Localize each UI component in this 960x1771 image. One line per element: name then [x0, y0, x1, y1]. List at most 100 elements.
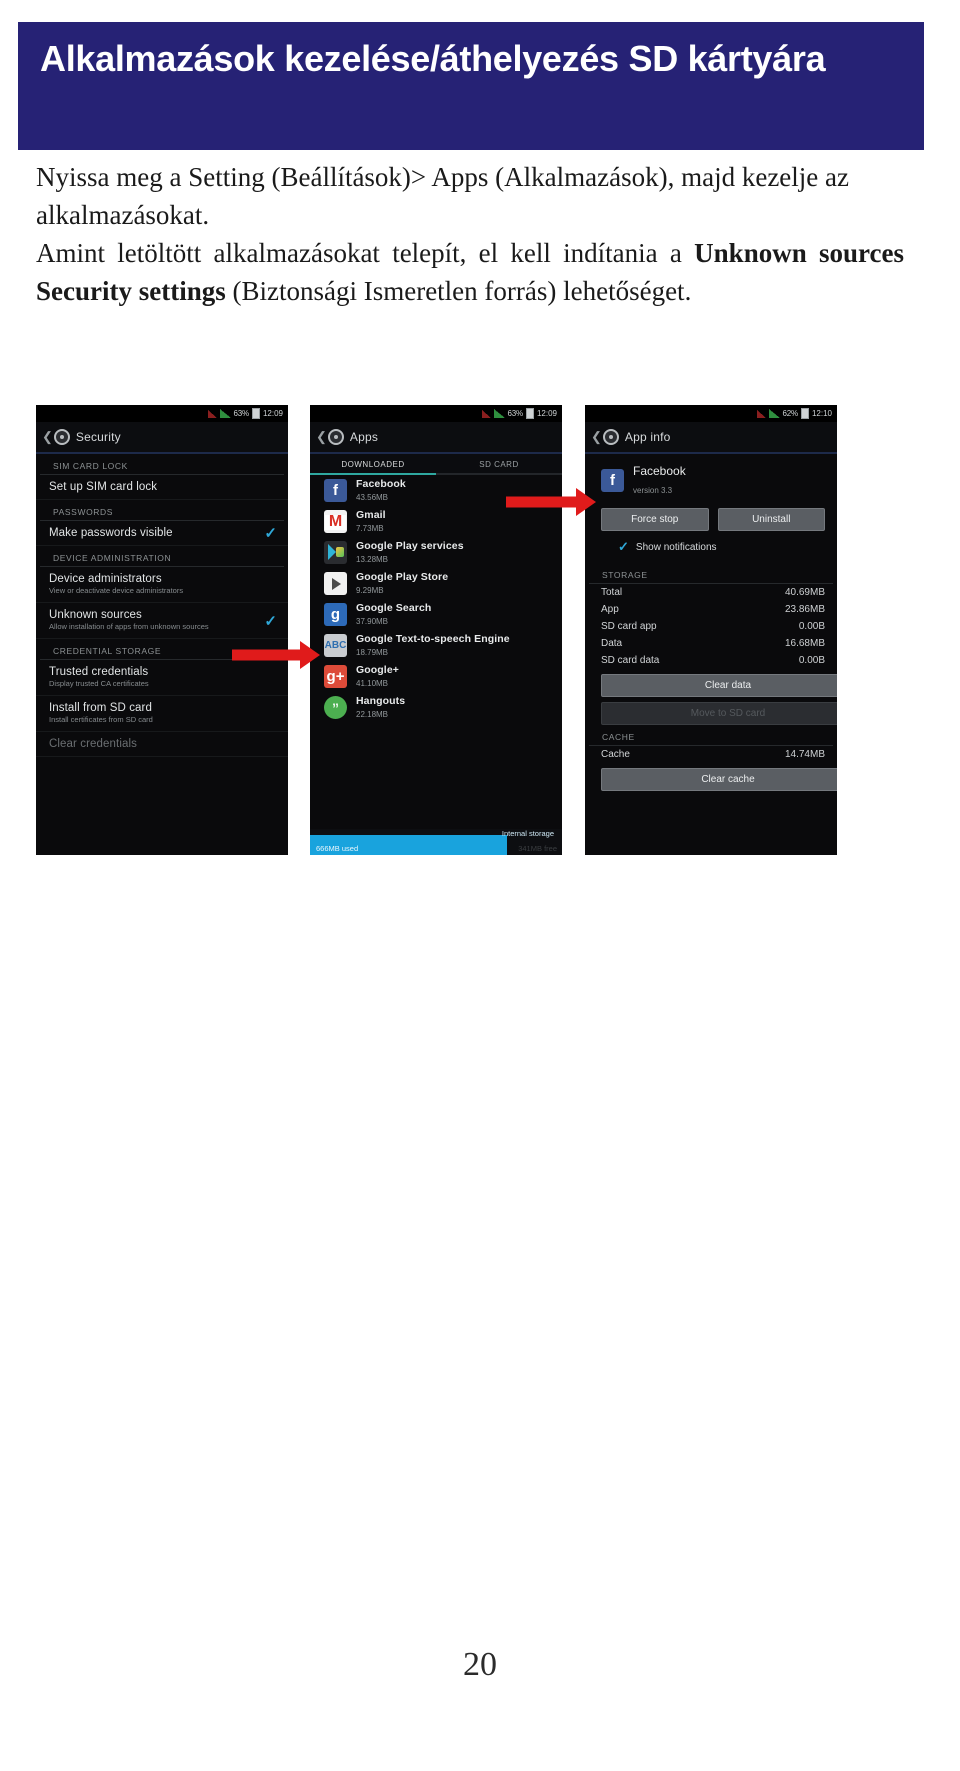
battery-percent-2: 63%: [507, 409, 524, 418]
action-bar-1[interactable]: ❮ Security: [36, 422, 288, 454]
storage-value: 23.86MB: [784, 604, 825, 615]
storage-key: SD card data: [601, 655, 660, 666]
checkmark-icon[interactable]: ✓: [264, 612, 277, 630]
clock-2: 12:09: [536, 409, 557, 418]
storage-row-total: Total 40.69MB: [585, 584, 837, 601]
battery-percent-1: 63%: [233, 409, 250, 418]
storage-used-text: 666MB used: [316, 844, 359, 853]
back-caret-icon-1[interactable]: ❮: [42, 429, 53, 445]
back-caret-icon-2[interactable]: ❮: [316, 429, 327, 445]
facebook-icon: f: [324, 479, 347, 502]
setting-row-unknown-sources[interactable]: Unknown sources Allow installation of ap…: [36, 603, 288, 639]
app-size: 22.18MB: [356, 710, 389, 719]
section-header-device-administration: DEVICE ADMINISTRATION: [40, 546, 284, 567]
section-header-cache: CACHE: [589, 725, 833, 746]
setting-row-device-administrators[interactable]: Device administrators View or deactivate…: [36, 567, 288, 603]
app-size: 9.29MB: [356, 586, 384, 595]
action-bar-3[interactable]: ❮ App info: [585, 422, 837, 454]
app-name: Google Play Store: [356, 571, 449, 583]
hangouts-icon: ”: [324, 696, 347, 719]
app-name: Google Text-to-speech Engine: [356, 633, 510, 645]
app-list-item-gmail[interactable]: M Gmail 7.73MB: [310, 506, 562, 537]
section-header-sim-card-lock: SIM CARD LOCK: [40, 454, 284, 475]
storage-value: 0.00B: [798, 655, 825, 666]
setting-row-trusted-credentials[interactable]: Trusted credentials Display trusted CA c…: [36, 660, 288, 696]
paragraph-2-lead: Amint letöltött alkalmazásokat telepít, …: [36, 238, 695, 268]
uninstall-button[interactable]: Uninstall: [717, 508, 825, 531]
paragraph-1: Nyissa meg a Setting (Beállítások)> Apps…: [36, 162, 849, 230]
action-bar-2[interactable]: ❮ Apps: [310, 422, 562, 454]
setting-row-install-from-sd-card[interactable]: Install from SD card Install certificate…: [36, 696, 288, 732]
page-title-banner: Alkalmazások kezelése/áthelyezés SD kárt…: [18, 22, 924, 150]
cache-key: Cache: [601, 749, 630, 760]
app-size: 37.90MB: [356, 617, 389, 626]
battery-icon-3: [800, 408, 809, 419]
action-bar-title-2: Apps: [349, 430, 379, 444]
move-to-sd-card-button: Move to SD card: [601, 702, 837, 725]
signal-red-icon: [756, 409, 766, 418]
status-bar-3: 62% 12:10: [585, 405, 837, 422]
screenshot-security-settings: 63% 12:09 ❮ Security SIM CARD LOCK Set u…: [36, 405, 288, 855]
storage-key: Data: [601, 638, 623, 649]
section-header-passwords: PASSWORDS: [40, 500, 284, 521]
text-to-speech-icon: ABC: [324, 634, 347, 657]
app-list-item-google-search[interactable]: g Google Search 37.90MB: [310, 599, 562, 630]
storage-label: Internal storage: [501, 829, 554, 838]
app-name: Facebook: [356, 478, 406, 490]
show-notifications-label: Show notifications: [635, 541, 717, 553]
row-subtitle: Install certificates from SD card: [49, 715, 153, 724]
storage-row-sd-card-app: SD card app 0.00B: [585, 618, 837, 635]
show-notifications-row[interactable]: ✓ Show notifications: [585, 531, 837, 563]
signal-green-icon: [768, 409, 780, 418]
setting-row-set-up-sim-card-lock[interactable]: Set up SIM card lock: [36, 475, 288, 500]
google-plus-icon: g+: [324, 665, 347, 688]
storage-value: 0.00B: [798, 621, 825, 632]
facebook-icon: f: [601, 468, 624, 492]
gmail-icon: M: [324, 510, 347, 533]
row-title: Make passwords visible: [49, 527, 173, 539]
signal-green-icon: [493, 409, 505, 418]
section-header-storage: STORAGE: [589, 563, 833, 584]
app-size: 43.56MB: [356, 493, 389, 502]
google-play-services-icon: [324, 541, 347, 564]
row-title: Trusted credentials: [49, 666, 149, 678]
paragraph-2: Amint letöltött alkalmazásokat telepít, …: [36, 234, 904, 310]
storage-value: 16.68MB: [784, 638, 825, 649]
app-list-item-google-play-services[interactable]: Google Play services 13.28MB: [310, 537, 562, 568]
internal-storage-bar: Internal storage 666MB used 341MB free: [310, 829, 562, 855]
tab-sd-card[interactable]: SD CARD: [436, 454, 562, 475]
force-stop-button[interactable]: Force stop: [601, 508, 709, 531]
clear-cache-button[interactable]: Clear cache: [601, 768, 837, 791]
storage-key: App: [601, 604, 619, 615]
gear-icon-3: [602, 429, 619, 445]
storage-free-text: 341MB free: [518, 844, 557, 853]
setting-row-make-passwords-visible[interactable]: Make passwords visible ✓: [36, 521, 288, 546]
signal-green-icon: [219, 409, 231, 418]
paragraph-2-tail: (Biztonsági Ismeretlen forrás) lehetőség…: [225, 276, 692, 306]
app-list-item-google-text-to-speech[interactable]: ABC Google Text-to-speech Engine 18.79MB: [310, 630, 562, 661]
screenshot-apps-list: 63% 12:09 ❮ Apps DOWNLOADED SD CARD f Fa…: [310, 405, 562, 855]
tab-downloaded[interactable]: DOWNLOADED: [310, 454, 436, 475]
battery-icon-2: [525, 408, 534, 419]
row-subtitle: Display trusted CA certificates: [49, 679, 149, 688]
google-play-store-icon: [324, 572, 347, 595]
app-name: Google+: [356, 664, 399, 676]
app-list-item-hangouts[interactable]: ” Hangouts 22.18MB: [310, 692, 562, 723]
app-list-item-google-plus[interactable]: g+ Google+ 41.10MB: [310, 661, 562, 692]
row-title: Clear credentials: [49, 738, 137, 750]
body-copy: Nyissa meg a Setting (Beállítások)> Apps…: [36, 158, 904, 310]
app-action-buttons: Force stop Uninstall: [585, 506, 837, 531]
battery-icon-1: [251, 408, 260, 419]
term-security-settings: Security settings: [36, 276, 226, 306]
back-caret-icon-3[interactable]: ❮: [591, 429, 602, 445]
screenshot-app-info: 62% 12:10 ❮ App info f Facebook version …: [585, 405, 837, 855]
app-size: 13.28MB: [356, 555, 389, 564]
app-list-item-google-play-store[interactable]: Google Play Store 9.29MB: [310, 568, 562, 599]
checkmark-icon[interactable]: ✓: [618, 539, 629, 555]
checkmark-icon[interactable]: ✓: [264, 524, 277, 542]
setting-row-clear-credentials: Clear credentials: [36, 732, 288, 757]
storage-value: 40.69MB: [784, 587, 825, 598]
clear-data-button[interactable]: Clear data: [601, 674, 837, 697]
storage-key: SD card app: [601, 621, 657, 632]
cache-value: 14.74MB: [784, 749, 825, 760]
